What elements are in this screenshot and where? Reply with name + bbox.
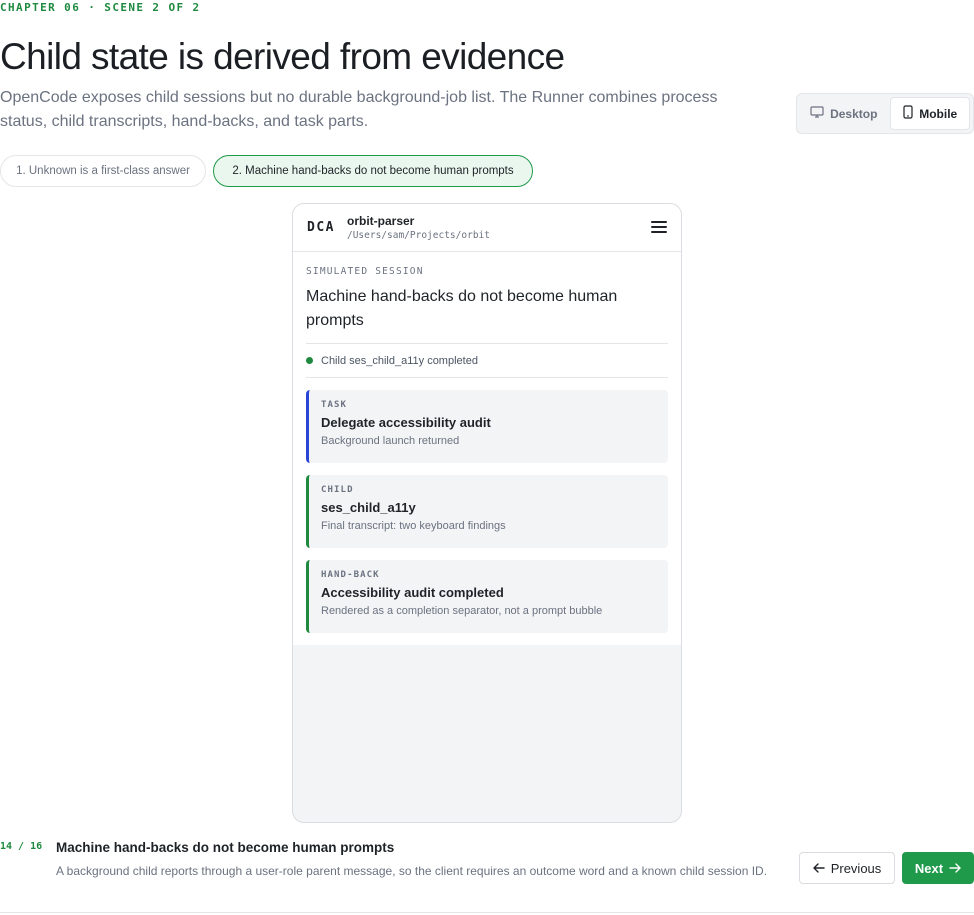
menu-icon[interactable] — [651, 218, 667, 236]
card-title: ses_child_a11y — [321, 500, 416, 515]
session-label: SIMULATED SESSION — [306, 266, 424, 277]
mobile-label: Mobile — [919, 106, 958, 121]
mobile-preview: DCA orbit-parser /Users/sam/Projects/orb… — [292, 203, 682, 823]
mobile-view-button[interactable]: Mobile — [890, 97, 970, 130]
previous-label: Previous — [830, 860, 882, 876]
session-title: Machine hand-backs do not become human p… — [306, 288, 618, 329]
session-panel: SIMULATED SESSION Machine hand-backs do … — [293, 252, 681, 645]
previous-button[interactable]: Previous — [799, 852, 895, 884]
phone-icon — [903, 105, 913, 122]
footer-title: Machine hand-backs do not become human p… — [56, 840, 395, 855]
page-title: Child state is derived from evidence — [0, 36, 565, 77]
card-kicker: CHILD — [321, 485, 354, 495]
card-title: Accessibility audit completed — [321, 585, 504, 600]
chapter-eyebrow: CHAPTER 06 · SCENE 2 OF 2 — [0, 1, 201, 14]
bottom-divider — [0, 912, 974, 913]
child-card: CHILD ses_child_a11y Final transcript: t… — [306, 475, 668, 548]
next-button[interactable]: Next — [902, 852, 974, 884]
desktop-label: Desktop — [830, 106, 878, 121]
card-kicker: HAND-BACK — [321, 570, 380, 580]
project-path: /Users/sam/Projects/orbit — [346, 230, 490, 241]
card-title: Delegate accessibility audit — [321, 415, 491, 430]
scene-tab-1[interactable]: 1. Unknown is a first-class answer — [0, 155, 206, 187]
scene-tab-2[interactable]: 2. Machine hand-backs do not become huma… — [213, 155, 533, 187]
task-card: TASK Delegate accessibility audit Backgr… — [306, 390, 668, 463]
app-logo: DCA — [307, 220, 335, 235]
project-info: orbit-parser /Users/sam/Projects/orbit — [347, 214, 490, 241]
card-kicker: TASK — [321, 400, 348, 410]
hand-back-card: HAND-BACK Accessibility audit completed … — [306, 560, 668, 633]
arrow-left-icon — [813, 861, 825, 876]
desktop-view-button[interactable]: Desktop — [800, 97, 887, 130]
view-toggle: Desktop Mobile — [796, 93, 974, 134]
phone-header: DCA orbit-parser /Users/sam/Projects/orb… — [293, 204, 681, 252]
next-label: Next — [914, 860, 944, 876]
card-subtitle: Background launch returned — [321, 435, 460, 447]
project-name: orbit-parser — [346, 214, 415, 228]
page-subtitle: OpenCode exposes child sessions but no d… — [0, 89, 718, 130]
status-text: Child ses_child_a11y completed — [321, 354, 478, 367]
status-dot-icon — [306, 357, 313, 364]
status-row: Child ses_child_a11y completed — [306, 343, 668, 378]
monitor-icon — [810, 106, 824, 121]
card-subtitle: Final transcript: two keyboard findings — [321, 520, 506, 532]
footer-description: A background child reports through a use… — [56, 864, 768, 878]
step-counter: 14 / 16 — [0, 841, 43, 852]
arrow-right-icon — [949, 861, 961, 876]
card-subtitle: Rendered as a completion separator, not … — [321, 605, 603, 617]
